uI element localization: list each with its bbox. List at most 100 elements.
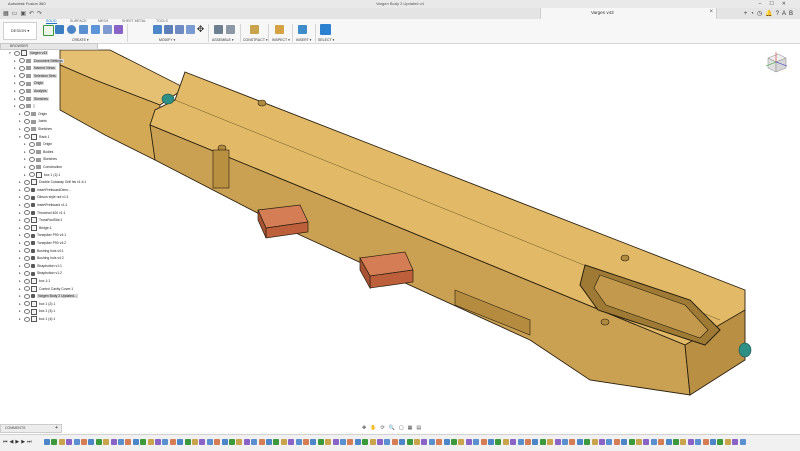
timeline-feature-icon[interactable] (317, 439, 324, 445)
timeline-feature-icon[interactable] (206, 439, 213, 445)
visibility-eye-icon[interactable] (24, 187, 30, 193)
timeline-feature-icon[interactable] (162, 439, 169, 445)
browser-tree-item[interactable]: ▸ Selection Sets (14, 73, 57, 79)
browser-tree-item[interactable]: ▸ Bushing hols v4:2 (19, 255, 64, 261)
browser-tree-item[interactable]: ▸ Bridge:1 (19, 224, 52, 231)
timeline-feature-icon[interactable] (340, 439, 346, 445)
browser-tree-item[interactable]: ▸ Origin (19, 111, 47, 117)
visibility-eye-icon[interactable] (24, 301, 30, 307)
shell-icon[interactable] (175, 25, 184, 34)
browser-tree-item[interactable]: ▸ Analysis (14, 88, 48, 94)
visibility-eye-icon[interactable] (24, 263, 30, 269)
timeline-feature-icon[interactable] (680, 439, 687, 445)
timeline-feature-icon[interactable] (473, 439, 480, 445)
close-tab-icon[interactable]: × (709, 9, 713, 15)
visibility-eye-icon[interactable] (29, 164, 35, 170)
timeline-feature-icon[interactable] (421, 439, 428, 445)
visibility-eye-icon[interactable] (24, 202, 30, 208)
timeline-feature-icon[interactable] (495, 439, 502, 445)
browser-tree-item[interactable]: ▸ Origin (14, 80, 45, 86)
timeline-feature-icon[interactable] (628, 439, 635, 445)
visibility-eye-icon[interactable] (19, 96, 25, 102)
timeline-feature-icon[interactable] (325, 439, 332, 445)
timeline-feature-icon[interactable] (584, 439, 591, 445)
offset-plane-icon[interactable] (250, 25, 259, 34)
browser-tree-item[interactable]: ▸ Strapbutton v1:1 (19, 263, 62, 269)
timeline-feature-icon[interactable] (599, 439, 605, 445)
timeline-feature-icon[interactable] (369, 439, 376, 445)
timeline-feature-icon[interactable] (502, 439, 509, 445)
visibility-eye-icon[interactable] (24, 225, 30, 231)
tab-solid[interactable]: SOLID (46, 19, 57, 24)
timeline-feature-icon[interactable] (606, 439, 613, 445)
timeline-feature-icon[interactable] (687, 439, 694, 445)
browser-tree-item[interactable]: ▸ InsertFretboard v1:1 (19, 202, 68, 208)
visibility-eye-icon[interactable] (24, 309, 30, 314)
visibility-eye-icon[interactable] (24, 240, 30, 246)
timeline-feature-icon[interactable] (525, 439, 531, 445)
timeline-feature-icon[interactable] (569, 439, 576, 445)
timeline-feature-icon[interactable] (547, 439, 554, 445)
timeline-feature-icon[interactable] (110, 439, 117, 445)
timeline-feature-icon[interactable] (724, 439, 731, 445)
insert-menu[interactable]: INSERT ▾ (296, 38, 311, 42)
browser-tree-item[interactable]: ▸ Named Views (14, 65, 56, 71)
timeline-feature-icon[interactable] (332, 439, 339, 445)
timeline-feature-icon[interactable] (510, 439, 517, 445)
tab-sheet-metal[interactable]: SHEET METAL (122, 19, 146, 23)
browser-tree-item[interactable]: ▸ Origin (24, 141, 52, 147)
display-settings-icon[interactable]: ▢ (399, 425, 408, 431)
browser-tree-item[interactable]: ▸ box 1 (1):1 (24, 171, 60, 178)
timeline-feature-icon[interactable] (266, 439, 272, 445)
box-icon[interactable] (91, 25, 100, 34)
select-menu[interactable]: SELECT ▾ (318, 38, 334, 42)
timeline-feature-icon[interactable] (73, 439, 80, 445)
timeline-feature-icon[interactable] (103, 439, 110, 445)
timeline-feature-icon[interactable] (214, 439, 221, 445)
viewport-3d[interactable] (0, 43, 800, 423)
timeline-feature-icon[interactable] (406, 439, 413, 445)
pattern-icon[interactable] (103, 25, 112, 34)
navigation-bar[interactable]: ✥✋⟳🔍▢▦▤ (362, 425, 425, 431)
select-icon[interactable] (320, 24, 331, 35)
visibility-eye-icon[interactable] (24, 286, 30, 292)
timeline-feature-icon[interactable] (303, 439, 309, 445)
create-menu[interactable]: CREATE ▾ (72, 38, 89, 42)
browser-tree-item[interactable]: ▸ Construction (24, 164, 62, 170)
mirror-icon[interactable] (114, 25, 123, 34)
combine-icon[interactable] (186, 25, 195, 34)
redo-icon[interactable]: ↷ (37, 11, 45, 17)
tab-tools[interactable]: TOOLS (156, 19, 168, 23)
timeline-feature-icon[interactable] (554, 439, 561, 445)
timeline-feature-icon[interactable] (44, 439, 50, 445)
timeline-feature-icon[interactable] (710, 439, 716, 445)
timeline-feature-icon[interactable] (273, 439, 280, 445)
timeline-feature-icon[interactable] (280, 439, 287, 445)
timeline-feature-icon[interactable] (377, 439, 383, 445)
measure-icon[interactable] (275, 25, 284, 34)
timeline-feature-icon[interactable] (695, 439, 702, 445)
browser-tree-item[interactable]: ▸ Bodies (24, 149, 53, 155)
timeline-feature-icon[interactable] (66, 439, 73, 445)
visibility-eye-icon[interactable] (24, 111, 30, 117)
timeline-feature-icon[interactable] (81, 439, 87, 445)
browser-tree-item[interactable]: ▸ Tonepiker P90 v4:1 (19, 232, 66, 238)
timeline-feature-icon[interactable] (310, 439, 317, 445)
browser-tree-item[interactable]: ▸ Vargen Body 2 Updated... (19, 293, 78, 299)
timeline-feature-icon[interactable] (465, 439, 472, 445)
browser-tree-item[interactable]: ▸ Control Cavity Cover:1 (19, 285, 73, 292)
visibility-eye-icon[interactable] (19, 73, 25, 79)
browser-tree-item[interactable]: ▸ Sketches (19, 126, 52, 132)
job-status-icon[interactable]: ◷ (757, 11, 765, 17)
timeline-feature-icon[interactable] (488, 439, 494, 445)
go-to-end-icon[interactable]: ⏭ (27, 439, 34, 445)
new-component-icon[interactable] (214, 25, 223, 34)
visibility-eye-icon[interactable] (24, 278, 30, 284)
timeline-feature-icon[interactable] (140, 439, 147, 445)
header-right-buttons[interactable]: +◔◷🔔?AB (744, 10, 796, 17)
comments-panel[interactable]: COMMENTS + (0, 424, 62, 433)
timeline-feature-icon[interactable] (347, 439, 354, 445)
visibility-eye-icon[interactable] (24, 126, 30, 132)
timeline-feature-icon[interactable] (236, 439, 243, 445)
visibility-eye-icon[interactable] (24, 316, 30, 322)
